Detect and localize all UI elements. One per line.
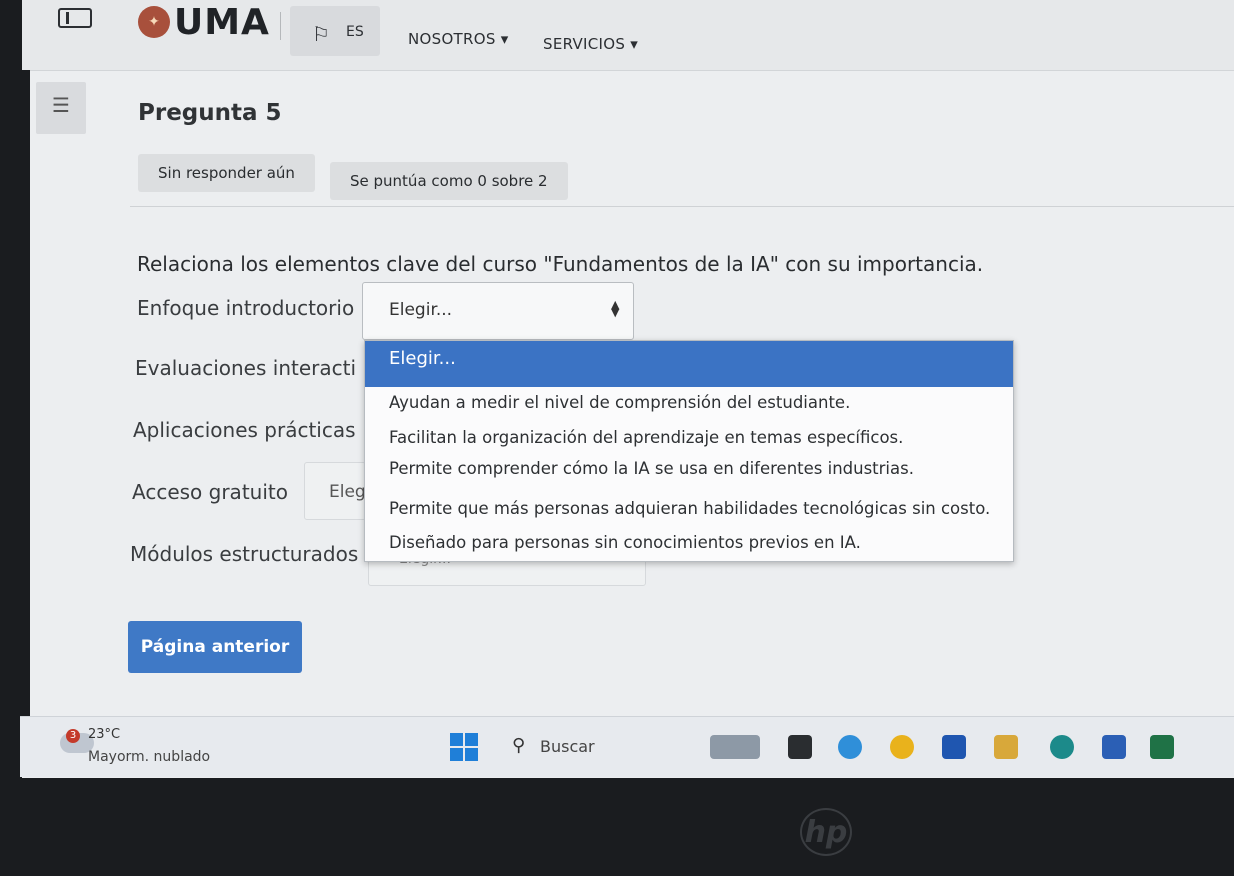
select-enfoque[interactable]: Elegir... ▲ ▼ [362, 282, 634, 340]
previous-page-button[interactable]: Página anterior [128, 621, 302, 673]
dropdown-list: Elegir... Ayudan a medir el nivel de com… [364, 340, 1014, 562]
dropdown-option[interactable]: Permite comprender cómo la IA se usa en … [389, 459, 914, 478]
row-label-modulos: Módulos estructurados [130, 542, 359, 566]
temperature[interactable]: 23°C [88, 727, 120, 742]
dropdown-option[interactable]: Ayudan a medir el nivel de comprensión d… [389, 393, 850, 412]
uma-logo-icon: ✦ [138, 6, 170, 38]
word-icon[interactable] [942, 735, 966, 759]
nav-nosotros[interactable]: NOSOTROS ▾ [408, 30, 509, 48]
select-value: Elegir... [389, 300, 453, 320]
dropdown-option[interactable]: Elegir... [365, 341, 1013, 387]
task-view-icon[interactable] [788, 735, 812, 759]
language-label: ES [346, 24, 364, 40]
row-label-evaluaciones: Evaluaciones interacti [135, 356, 357, 380]
status-badge: Sin responder aún [138, 154, 315, 192]
nav-separator [280, 12, 281, 40]
taskbar: 3 23°C Mayorm. nublado ⚲ Buscar [20, 716, 1234, 777]
row-label-aplicaciones: Aplicaciones prácticas [133, 418, 356, 442]
chrome-icon[interactable] [890, 735, 914, 759]
select-value: Eleg [329, 482, 366, 502]
question-divider [130, 206, 1234, 207]
course-index-icon[interactable]: ☰ [36, 82, 86, 134]
edge-icon[interactable] [1050, 735, 1074, 759]
nav-servicios[interactable]: SERVICIOS ▾ [543, 35, 638, 53]
screen-edge [22, 70, 30, 718]
dropdown-option[interactable]: Diseñado para personas sin conocimientos… [389, 533, 861, 552]
question-prompt: Relaciona los elementos clave del curso … [137, 252, 984, 276]
weather-description[interactable]: Mayorm. nublado [88, 749, 210, 765]
dropdown-option[interactable]: Facilitan la organización del aprendizaj… [389, 428, 903, 447]
drawer-toggle-icon[interactable] [58, 8, 92, 28]
widget-image-icon[interactable] [710, 735, 760, 759]
windows-start-icon[interactable] [450, 733, 478, 761]
language-button[interactable]: ⚐ ES [290, 6, 380, 56]
hp-logo: hp [800, 808, 852, 856]
copilot-icon[interactable] [838, 735, 862, 759]
score-badge: Se puntúa como 0 sobre 2 [330, 162, 568, 200]
weather-badge: 3 [66, 729, 80, 743]
excel-icon[interactable] [1150, 735, 1174, 759]
row-label-acceso: Acceso gratuito [132, 480, 288, 504]
store-icon[interactable] [1102, 735, 1126, 759]
flag-icon: ⚐ [312, 22, 330, 46]
row-label-enfoque: Enfoque introductorio [137, 296, 355, 320]
taskbar-search[interactable]: Buscar [540, 737, 595, 756]
question-title: Pregunta 5 [138, 100, 282, 126]
select-acceso[interactable]: Eleg [304, 462, 366, 520]
search-icon[interactable]: ⚲ [512, 735, 525, 756]
file-explorer-icon[interactable] [994, 735, 1018, 759]
site-logo[interactable]: UMA [174, 2, 270, 43]
dropdown-option[interactable]: Permite que más personas adquieran habil… [389, 499, 990, 518]
updown-arrow-icon: ▲ ▼ [611, 298, 620, 319]
